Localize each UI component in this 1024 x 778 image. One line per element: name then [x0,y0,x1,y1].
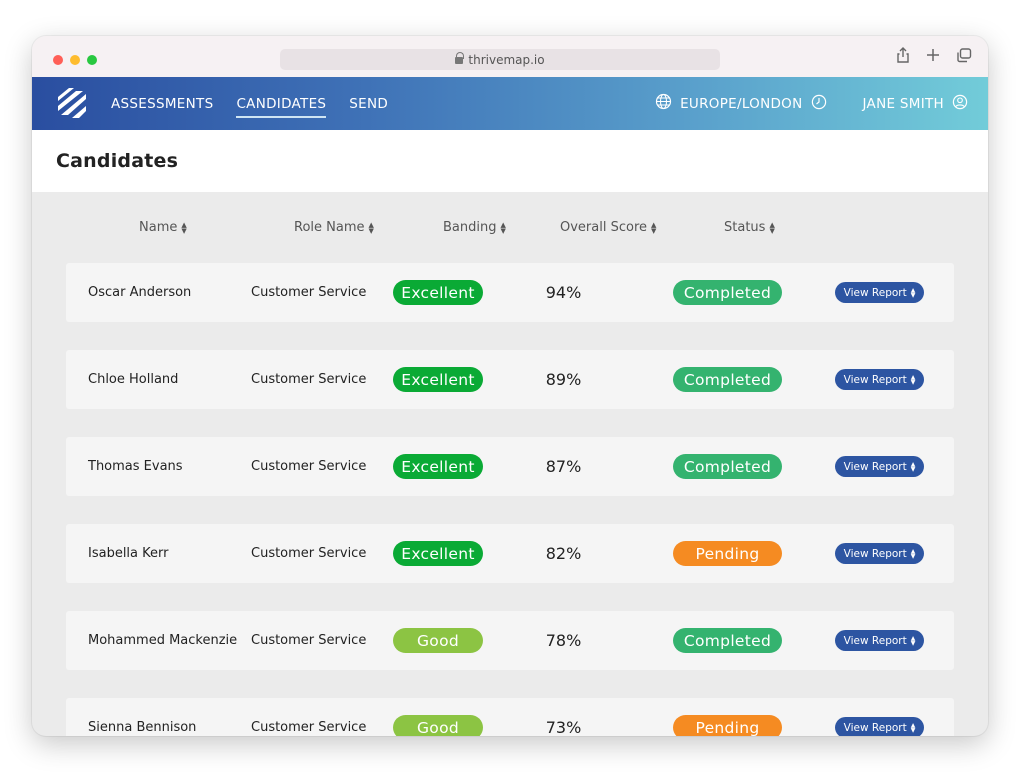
column-header-role[interactable]: Role Name ▲ ▼ [294,220,374,235]
sort-icon: ▲ ▼ [910,373,916,386]
clock-icon [811,94,827,114]
address-bar[interactable]: thrivemap.io [280,49,720,70]
view-report-button[interactable]: View Report ▲ ▼ [835,456,924,477]
status-badge: Completed [673,280,782,305]
user-avatar-icon [952,94,968,114]
timezone-selector[interactable]: EUROPE/LONDON [655,93,826,114]
table-row: Chloe Holland Customer Service Excellent… [66,350,954,409]
role-name: Customer Service [251,372,367,387]
tabs-overview-icon[interactable] [956,47,972,63]
banding-badge: Good [393,715,483,736]
globe-icon [655,93,672,114]
role-name: Customer Service [251,720,367,735]
role-name: Customer Service [251,459,367,474]
page-title: Candidates [56,150,179,172]
app-navbar: ASSESSMENTS CANDIDATES SEND EUROPE/LONDO… [32,77,988,130]
status-badge: Pending [673,715,782,736]
banding-badge: Excellent [393,280,483,305]
timezone-label: EUROPE/LONDON [680,95,803,112]
banding-badge: Good [393,628,483,653]
user-nav: EUROPE/LONDON JANE SMITH [655,77,968,130]
main-nav: ASSESSMENTS CANDIDATES SEND [111,77,388,130]
browser-window: thrivemap.io ASSESSMENTS CANDIDATES SEND… [32,36,988,736]
banding-badge: Excellent [393,541,483,566]
sort-icon: ▲ ▼ [181,220,187,235]
nav-assessments[interactable]: ASSESSMENTS [111,96,213,112]
sort-icon: ▲ ▼ [910,286,916,299]
share-icon[interactable] [896,47,910,63]
role-name: Customer Service [251,285,367,300]
view-report-button[interactable]: View Report ▲ ▼ [835,630,924,651]
banding-badge: Excellent [393,367,483,392]
candidate-name[interactable]: Oscar Anderson [88,263,191,322]
view-report-button[interactable]: View Report ▲ ▼ [835,282,924,303]
sort-icon: ▲ ▼ [910,721,916,734]
nav-send[interactable]: SEND [349,96,388,112]
column-header-name[interactable]: Name ▲ ▼ [139,220,187,235]
user-name-label: JANE SMITH [862,95,944,112]
candidate-name[interactable]: Mohammed Mackenzie [88,611,237,670]
column-header-status[interactable]: Status ▲ ▼ [724,220,775,235]
status-badge: Completed [673,454,782,479]
page-header: Candidates [32,130,988,192]
thrivemap-logo-icon[interactable] [55,86,89,120]
overall-score: 78% [545,631,582,650]
status-badge: Pending [673,541,782,566]
new-tab-icon[interactable] [926,48,940,62]
candidate-name[interactable]: Isabella Kerr [88,524,168,583]
sort-icon: ▲ ▼ [910,547,916,560]
banding-badge: Excellent [393,454,483,479]
candidate-name[interactable]: Sienna Bennison [88,698,196,736]
url-text: thrivemap.io [468,52,545,67]
view-report-button[interactable]: View Report ▲ ▼ [835,717,924,736]
sort-icon: ▲ ▼ [500,220,506,235]
status-badge: Completed [673,367,782,392]
overall-score: 89% [545,370,582,389]
table-row: Isabella Kerr Customer Service Excellent… [66,524,954,583]
sort-icon: ▲ ▼ [651,220,657,235]
sort-icon: ▲ ▼ [368,220,374,235]
role-name: Customer Service [251,633,367,648]
candidates-table: Name ▲ ▼ Role Name ▲ ▼ Banding ▲ ▼ Overall … [32,192,988,736]
view-report-button[interactable]: View Report ▲ ▼ [835,543,924,564]
sort-icon: ▲ ▼ [910,460,916,473]
maximize-window-button[interactable] [87,55,97,65]
overall-score: 87% [545,457,582,476]
overall-score: 94% [545,283,582,302]
column-header-banding[interactable]: Banding ▲ ▼ [443,220,506,235]
nav-candidates[interactable]: CANDIDATES [236,96,327,118]
role-name: Customer Service [251,546,367,561]
user-menu[interactable]: JANE SMITH [863,94,969,114]
status-badge: Completed [673,628,782,653]
candidate-name[interactable]: Chloe Holland [88,350,178,409]
view-report-button[interactable]: View Report ▲ ▼ [835,369,924,390]
minimize-window-button[interactable] [70,55,80,65]
table-row: Thomas Evans Customer Service Excellent … [66,437,954,496]
candidate-name[interactable]: Thomas Evans [88,437,183,496]
close-window-button[interactable] [53,55,63,65]
browser-actions [896,47,972,63]
window-controls [53,55,97,65]
lock-icon [455,52,465,65]
table-row: Sienna Bennison Customer Service Good 73… [66,698,954,736]
table-row: Mohammed Mackenzie Customer Service Good… [66,611,954,670]
overall-score: 73% [545,718,582,736]
sort-icon: ▲ ▼ [910,634,916,647]
column-header-score[interactable]: Overall Score ▲ ▼ [560,220,656,235]
sort-icon: ▲ ▼ [769,220,775,235]
overall-score: 82% [545,544,582,563]
table-row: Oscar Anderson Customer Service Excellen… [66,263,954,322]
table-header: Name ▲ ▼ Role Name ▲ ▼ Banding ▲ ▼ Overall … [66,192,954,263]
table-body: Oscar Anderson Customer Service Excellen… [66,263,954,736]
browser-chrome: thrivemap.io [32,36,988,77]
